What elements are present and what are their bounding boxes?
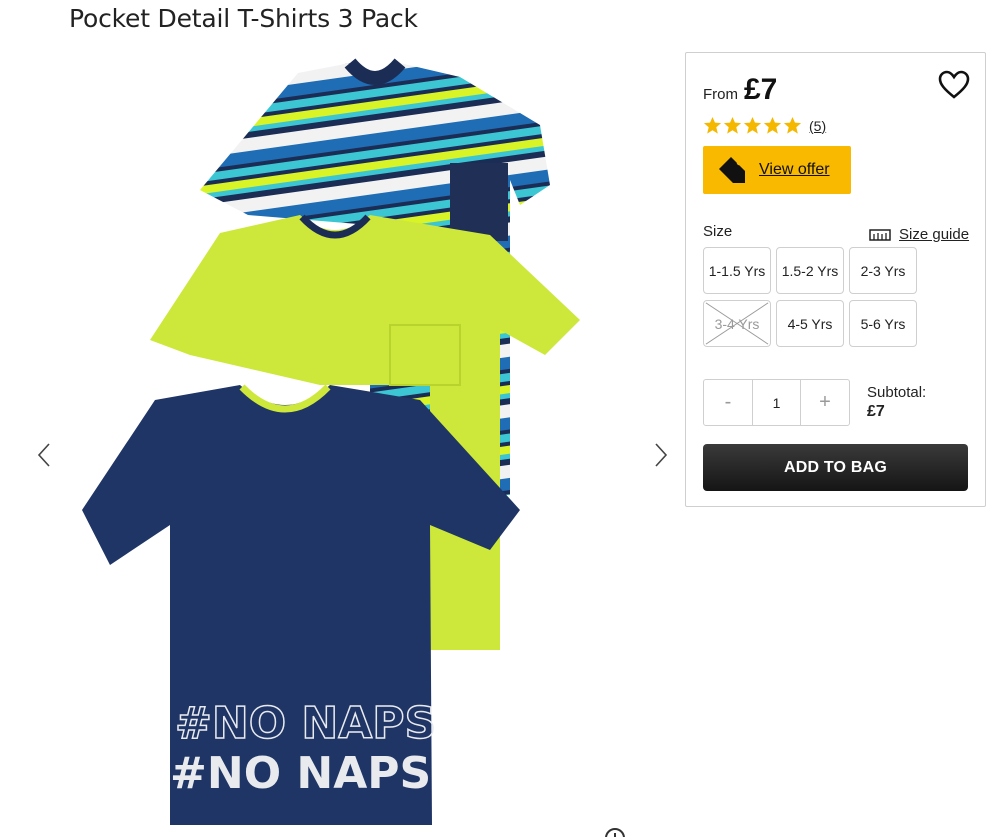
unavailable-cross-icon <box>705 302 769 345</box>
print-text-solid: #NO NAPS <box>170 748 431 799</box>
size-option[interactable]: 1.5-2 Yrs <box>776 247 844 294</box>
chevron-right-icon <box>655 443 668 467</box>
star-icon <box>743 116 762 134</box>
price-from-label: From <box>703 86 738 103</box>
product-title: Pocket Detail T-Shirts 3 Pack <box>69 4 418 33</box>
quantity-stepper: - 1 + <box>703 379 850 426</box>
add-to-bag-button[interactable]: ADD TO BAG <box>703 444 968 491</box>
zoom-icon[interactable] <box>604 827 626 837</box>
star-icon <box>723 116 742 134</box>
view-offer-button[interactable]: View offer <box>703 146 851 194</box>
size-option[interactable]: 4-5 Yrs <box>776 300 844 347</box>
product-image: #NO NAPS #NO NAPS <box>82 58 580 825</box>
size-options: 1-1.5 Yrs 1.5-2 Yrs 2-3 Yrs 3-4 Yrs 4-5 … <box>703 247 923 347</box>
subtotal: Subtotal: £7 <box>867 383 926 421</box>
print-text-outline: #NO NAPS <box>175 698 436 749</box>
size-guide-link[interactable]: Size guide <box>869 226 969 243</box>
quantity-increase-button[interactable]: + <box>801 380 849 425</box>
price-value: £7 <box>744 73 778 106</box>
review-count-link[interactable]: (5) <box>809 118 826 134</box>
view-offer-label: View offer <box>759 161 830 178</box>
size-label: Size <box>703 223 733 240</box>
product-purchase-panel: From £7 (5) View offer Size Size guide 1… <box>685 52 986 507</box>
subtotal-value: £7 <box>867 403 885 420</box>
chevron-left-icon <box>37 443 50 467</box>
star-icon <box>703 116 722 134</box>
product-gallery: #NO NAPS #NO NAPS <box>0 40 680 837</box>
size-guide-label: Size guide <box>899 226 970 243</box>
gallery-next-button[interactable] <box>647 435 675 475</box>
quantity-value[interactable]: 1 <box>752 380 801 425</box>
size-option[interactable]: 5-6 Yrs <box>849 300 917 347</box>
heart-icon[interactable] <box>938 70 970 100</box>
size-option-unavailable: 3-4 Yrs <box>703 300 771 347</box>
star-icon <box>763 116 782 134</box>
tag-icon <box>719 157 745 183</box>
rating[interactable]: (5) <box>703 116 826 135</box>
size-option[interactable]: 1-1.5 Yrs <box>703 247 771 294</box>
star-icon <box>783 116 802 134</box>
ruler-icon <box>869 228 891 241</box>
gallery-prev-button[interactable] <box>30 435 58 475</box>
quantity-decrease-button[interactable]: - <box>704 380 752 425</box>
size-option[interactable]: 2-3 Yrs <box>849 247 917 294</box>
subtotal-label: Subtotal: <box>867 384 927 401</box>
price-row: From £7 <box>703 73 777 107</box>
